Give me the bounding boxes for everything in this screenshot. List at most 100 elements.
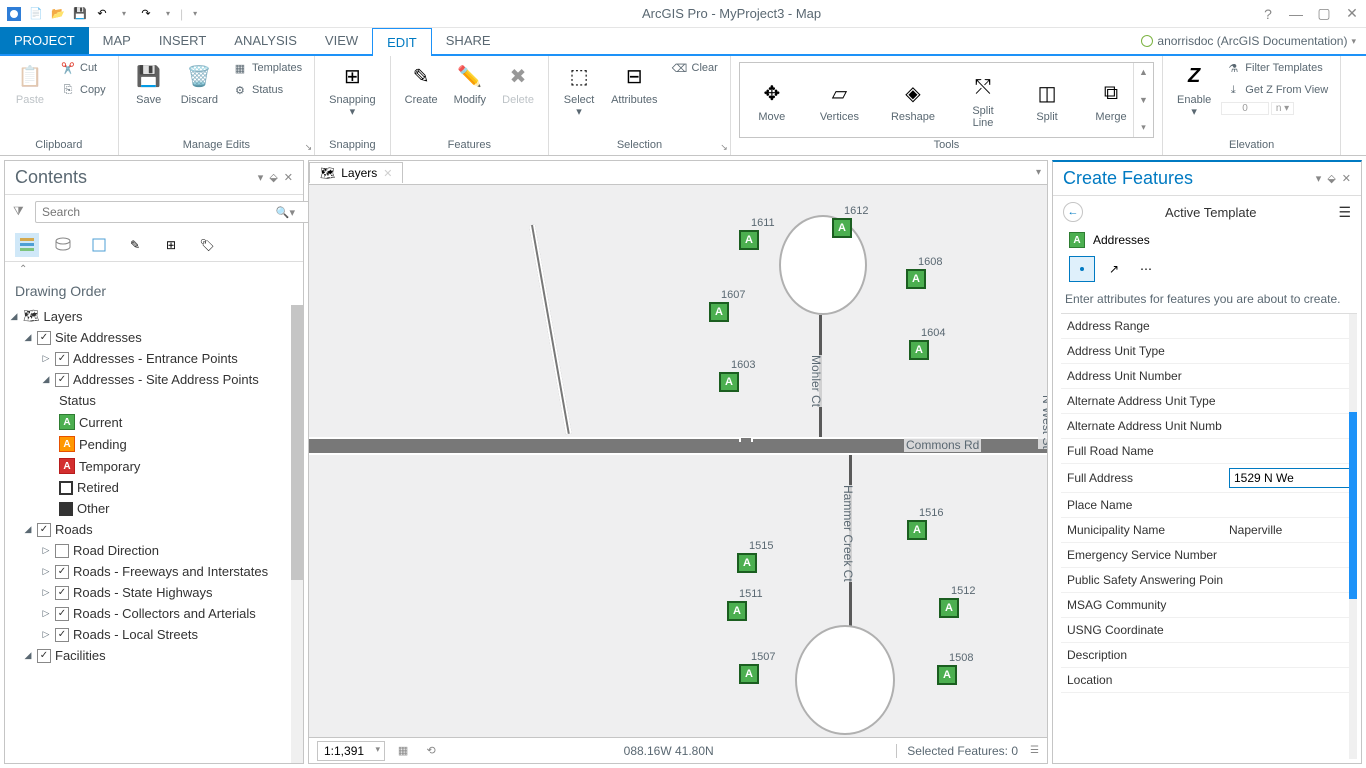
list-by-editing-icon[interactable]: ✎ bbox=[123, 233, 147, 257]
attribute-value[interactable] bbox=[1223, 551, 1357, 559]
tab-project[interactable]: PROJECT bbox=[0, 27, 89, 54]
vertices-button[interactable]: ▱Vertices bbox=[814, 75, 865, 125]
attribute-row[interactable]: Place Name bbox=[1061, 493, 1357, 518]
attribute-row[interactable]: Emergency Service Number bbox=[1061, 543, 1357, 568]
tab-nav-icon[interactable]: ▾ bbox=[1036, 167, 1047, 178]
pane-close-icon[interactable]: ✕ bbox=[1342, 172, 1351, 185]
visibility-checkbox[interactable]: ✓ bbox=[55, 565, 69, 579]
tab-insert[interactable]: INSERT bbox=[145, 27, 220, 54]
attribute-value[interactable] bbox=[1223, 372, 1357, 380]
attribute-row[interactable]: Address Range bbox=[1061, 314, 1357, 339]
attribute-value[interactable] bbox=[1223, 676, 1357, 684]
address-marker[interactable]: A bbox=[832, 218, 852, 238]
attribute-value[interactable] bbox=[1223, 422, 1357, 430]
point-tool[interactable] bbox=[1069, 256, 1095, 282]
attribute-row[interactable]: Address Unit Type bbox=[1061, 339, 1357, 364]
attributes-button[interactable]: ⊟Attributes bbox=[605, 58, 663, 108]
contents-scrollbar[interactable] bbox=[291, 305, 303, 763]
along-line-tool[interactable]: ⋯ bbox=[1133, 256, 1159, 282]
expand-icon[interactable]: ▷ bbox=[41, 629, 51, 640]
help-icon[interactable]: ? bbox=[1258, 4, 1278, 24]
status-button[interactable]: ⚙Status bbox=[228, 80, 306, 100]
address-marker[interactable]: A bbox=[719, 372, 739, 392]
search-icon[interactable]: 🔍▾ bbox=[276, 206, 295, 219]
merge-button[interactable]: ⧉Merge bbox=[1089, 75, 1133, 125]
attribute-row[interactable]: MSAG Community bbox=[1061, 593, 1357, 618]
filter-funnel-icon[interactable]: ⧩ bbox=[13, 204, 29, 220]
pause-draw-icon[interactable]: ▦ bbox=[393, 741, 413, 761]
address-marker[interactable]: A bbox=[939, 598, 959, 618]
layer-collectors[interactable]: Roads - Collectors and Arterials bbox=[73, 606, 256, 621]
list-by-source-icon[interactable] bbox=[51, 233, 75, 257]
list-by-drawing-icon[interactable] bbox=[15, 233, 39, 257]
open-icon[interactable]: 📂 bbox=[48, 4, 68, 24]
expand-icon[interactable]: ◢ bbox=[23, 650, 33, 661]
attribute-row[interactable]: Public Safety Answering Poin bbox=[1061, 568, 1357, 593]
split-line-button[interactable]: ⤲SplitLine bbox=[961, 69, 1005, 131]
address-marker[interactable]: A bbox=[739, 230, 759, 250]
layers-root[interactable]: Layers bbox=[44, 309, 83, 324]
selection-menu-icon[interactable]: ☰ bbox=[1026, 745, 1039, 756]
list-by-labeling-icon[interactable]: 🏷 bbox=[195, 233, 219, 257]
attribute-input[interactable] bbox=[1229, 468, 1351, 488]
expand-icon[interactable]: ◢ bbox=[41, 374, 51, 385]
save-edits-button[interactable]: 💾Save bbox=[127, 58, 171, 108]
tab-analysis[interactable]: ANALYSIS bbox=[220, 27, 311, 54]
pane-options-icon[interactable]: ▾ bbox=[258, 171, 264, 184]
attribute-row[interactable]: Full Address bbox=[1061, 464, 1357, 493]
collapse-all-button[interactable]: ⌃ bbox=[5, 262, 303, 277]
visibility-checkbox[interactable]: ✓ bbox=[55, 352, 69, 366]
redo-icon[interactable]: ↷ bbox=[136, 4, 156, 24]
address-marker[interactable]: A bbox=[739, 664, 759, 684]
layer-facilities[interactable]: Facilities bbox=[55, 648, 106, 663]
visibility-checkbox[interactable]: ✓ bbox=[55, 607, 69, 621]
address-marker[interactable]: A bbox=[709, 302, 729, 322]
templates-button[interactable]: ▦Templates bbox=[228, 58, 306, 78]
list-by-snapping-icon[interactable]: ⊞ bbox=[159, 233, 183, 257]
scrollbar-thumb[interactable] bbox=[1349, 412, 1357, 599]
expand-icon[interactable]: ▷ bbox=[41, 545, 51, 556]
close-tab-icon[interactable]: ✕ bbox=[383, 167, 392, 180]
qat-customize-icon[interactable]: ▾ bbox=[185, 4, 205, 24]
redo-dropdown-icon[interactable]: ▾ bbox=[158, 4, 178, 24]
visibility-checkbox[interactable]: ✓ bbox=[55, 373, 69, 387]
template-addresses[interactable]: A Addresses bbox=[1053, 228, 1361, 252]
address-marker[interactable]: A bbox=[737, 553, 757, 573]
visibility-checkbox[interactable] bbox=[55, 544, 69, 558]
attribute-value[interactable] bbox=[1223, 576, 1357, 584]
address-marker[interactable]: A bbox=[909, 340, 929, 360]
contents-tree[interactable]: ◢🗺Layers ◢✓Site Addresses ▷✓Addresses - … bbox=[5, 305, 303, 763]
manage-launcher-icon[interactable]: ↘ bbox=[305, 142, 313, 153]
expand-icon[interactable]: ▷ bbox=[41, 608, 51, 619]
reshape-button[interactable]: ◈Reshape bbox=[885, 75, 941, 125]
attribute-value[interactable] bbox=[1223, 347, 1357, 355]
attribute-row[interactable]: Description bbox=[1061, 643, 1357, 668]
template-menu-icon[interactable]: ☰ bbox=[1338, 204, 1351, 221]
expand-icon[interactable]: ◢ bbox=[23, 332, 33, 343]
scale-selector[interactable]: 1:1,391 bbox=[317, 741, 385, 761]
layer-entrance-points[interactable]: Addresses - Entrance Points bbox=[73, 351, 238, 366]
attribute-row[interactable]: USNG Coordinate bbox=[1061, 618, 1357, 643]
scrollbar-thumb[interactable] bbox=[291, 305, 303, 580]
tab-edit[interactable]: EDIT bbox=[372, 28, 432, 56]
attribute-value[interactable]: Naperville bbox=[1223, 519, 1357, 541]
new-icon[interactable]: 📄 bbox=[26, 4, 46, 24]
map-tab-layers[interactable]: 🗺 Layers ✕ bbox=[309, 162, 403, 183]
address-marker[interactable]: A bbox=[907, 520, 927, 540]
pane-close-icon[interactable]: ✕ bbox=[284, 171, 293, 184]
attribute-value[interactable] bbox=[1223, 501, 1357, 509]
snapping-button[interactable]: ⊞Snapping▾ bbox=[323, 58, 382, 120]
visibility-checkbox[interactable]: ✓ bbox=[37, 331, 51, 345]
pane-pin-icon[interactable]: ⬙ bbox=[1327, 172, 1335, 185]
split-button[interactable]: ◫Split bbox=[1025, 75, 1069, 125]
list-by-selection-icon[interactable] bbox=[87, 233, 111, 257]
refresh-icon[interactable]: ⟲ bbox=[421, 741, 441, 761]
visibility-checkbox[interactable]: ✓ bbox=[55, 628, 69, 642]
attribute-list[interactable]: Address RangeAddress Unit TypeAddress Un… bbox=[1061, 313, 1357, 759]
attribute-row[interactable]: Address Unit Number bbox=[1061, 364, 1357, 389]
attribute-row[interactable]: Full Road Name bbox=[1061, 439, 1357, 464]
attribute-row[interactable]: Alternate Address Unit Type bbox=[1061, 389, 1357, 414]
select-button[interactable]: ⬚Select▾ bbox=[557, 58, 601, 120]
create-button[interactable]: ✎Create bbox=[399, 58, 444, 108]
tab-map[interactable]: MAP bbox=[89, 27, 145, 54]
